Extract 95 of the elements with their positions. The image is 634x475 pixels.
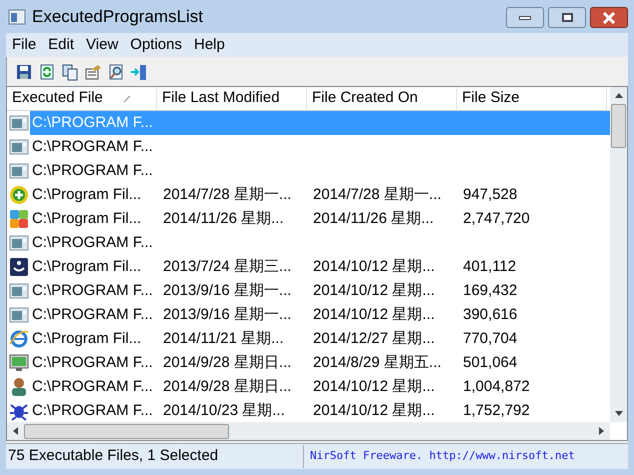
scroll-right-icon[interactable] [599, 427, 604, 435]
app-icon [9, 257, 29, 277]
scroll-left-icon[interactable] [13, 427, 18, 435]
scroll-up-icon[interactable] [614, 93, 622, 98]
table-row[interactable]: C:\PROGRAM F... 2014/9/28 星期日... 2014/10/12 星期... 1,004,872 [7, 375, 610, 399]
table-cell-text: 2014/9/28 星期日... [163, 352, 292, 373]
table-cell-text: C:\PROGRAM F... [31, 112, 154, 133]
table-cell-text: 2014/11/21 星期... [163, 328, 284, 349]
refresh-icon[interactable] [38, 62, 56, 80]
table-cell-text: 2014/11/26 星期... [313, 208, 434, 229]
table-cell-text: C:\Program Fil... [31, 184, 142, 205]
exit-door-icon[interactable] [130, 62, 148, 80]
window-icon [9, 161, 29, 181]
window-title: ExecutedProgramsList [32, 6, 204, 28]
table-cell-text: C:\PROGRAM F... [31, 280, 154, 301]
table-cell-text: 770,704 [463, 328, 518, 349]
table-cell-text: 2014/10/12 星期... [313, 256, 435, 277]
table-cell-text: 390,616 [463, 304, 518, 325]
find-icon[interactable] [107, 62, 125, 80]
column-header[interactable]: Executed File [7, 87, 157, 110]
window-icon [9, 113, 29, 133]
table-row[interactable]: C:\Program Fil... 2014/11/26 星期... 2014/11/26 星期... 2,747,720 [7, 207, 610, 231]
table-cell-text: 2014/10/23 星期... [163, 400, 285, 421]
maximize-button[interactable] [548, 7, 586, 28]
scroll-down-icon[interactable] [614, 411, 622, 416]
table-row[interactable]: C:\Program Fil... 2013/7/24 星期三... 2014/10/12 星期... 401,112 [7, 255, 610, 279]
table-cell-text: 947,528 [463, 184, 518, 205]
table-cell-text: 2014/12/27 星期... [313, 328, 435, 349]
table-cell-text: 2013/9/16 星期一... [163, 280, 292, 301]
table-cell-text: 1,004,872 [463, 376, 530, 397]
monitor-icon [9, 353, 29, 373]
table-cell-text: 2014/7/28 星期一... [313, 184, 442, 205]
window-icon [9, 137, 29, 157]
table-row[interactable]: C:\PROGRAM F... 2013/9/16 星期一... 2014/10/12 星期... 390,616 [7, 303, 610, 327]
menu-item[interactable]: Edit [42, 34, 80, 56]
close-button[interactable] [590, 7, 628, 28]
table-cell-text: C:\PROGRAM F... [31, 304, 154, 325]
tiles-icon [9, 209, 29, 229]
table-cell-text: 1,752,792 [463, 400, 530, 421]
table-cell-text: 2,747,720 [463, 208, 530, 229]
close-icon [602, 12, 616, 24]
table-cell-text: 2013/7/24 星期三... [163, 256, 292, 277]
menu-item[interactable]: View [80, 34, 124, 56]
table-row[interactable]: C:\PROGRAM F... [7, 231, 610, 255]
table-cell-text: 2014/11/26 星期... [163, 208, 284, 229]
status-link[interactable]: NirSoft Freeware. http://www.nirsoft.net [304, 448, 575, 465]
scrollbar-thumb[interactable] [611, 104, 626, 148]
table-cell-text: C:\PROGRAM F... [31, 376, 154, 397]
table-cell-text: C:\Program Fil... [31, 256, 142, 277]
table-row[interactable]: C:\PROGRAM F... [7, 159, 610, 183]
table-cell-text: C:\PROGRAM F... [31, 232, 154, 253]
table-cell-text: C:\Program Fil... [31, 328, 142, 349]
table-row[interactable]: C:\PROGRAM F... [7, 135, 610, 159]
table-cell-text: 401,112 [463, 256, 516, 277]
table-cell-text: 2014/10/12 星期... [313, 304, 435, 325]
properties-icon[interactable] [84, 62, 102, 80]
app-icon [8, 8, 26, 26]
table-cell-text: C:\PROGRAM F... [31, 400, 154, 421]
table-cell-text: 2013/9/16 星期一... [163, 304, 292, 325]
table-cell-text: C:\PROGRAM F... [31, 352, 154, 373]
table-cell-text: 501,064 [463, 352, 518, 373]
table-cell-text: 2014/10/12 星期... [313, 376, 435, 397]
table-cell-text: 169,432 [463, 280, 518, 301]
table-row[interactable]: C:\PROGRAM F... 2013/9/16 星期一... 2014/10/12 星期... 169,432 [7, 279, 610, 303]
menu-item[interactable]: Help [188, 34, 231, 56]
window-icon [9, 233, 29, 253]
scrollbar-thumb[interactable] [24, 424, 229, 438]
plus-circle-icon [9, 185, 29, 205]
table-cell-text: 2014/10/12 星期... [313, 400, 435, 421]
table-cell-text: C:\Program Fil... [31, 208, 142, 229]
column-header[interactable]: File Last Modified [157, 87, 307, 110]
table-row[interactable]: C:\Program Fil... 2014/7/28 星期一... 2014/7/28 星期一... 947,528 [7, 183, 610, 207]
table-cell-text: 2014/7/28 星期一... [163, 184, 292, 205]
table-row[interactable]: C:\Program Fil... 2014/11/21 星期... 2014/12/27 星期... 770,704 [7, 327, 610, 351]
table-row[interactable]: C:\PROGRAM F... 2014/9/28 星期日... 2014/8/29 星期五... 501,064 [7, 351, 610, 375]
table-cell-text: 2014/9/28 星期日... [163, 376, 292, 397]
horizontal-scrollbar[interactable] [7, 422, 610, 440]
table-cell-text: 2014/8/29 星期五... [313, 352, 442, 373]
column-header[interactable]: File Created On [307, 87, 457, 110]
column-header[interactable]: File Size [457, 87, 607, 110]
sort-indicator-icon [123, 94, 131, 102]
table-cell-text: C:\PROGRAM F... [31, 160, 154, 181]
person-icon [9, 377, 29, 397]
table-row[interactable]: C:\PROGRAM F... 2014/10/23 星期... 2014/10/12 星期... 1,752,792 [7, 399, 610, 422]
copy-icon[interactable] [61, 62, 79, 80]
window-icon [9, 281, 29, 301]
status-text: 75 Executable Files, 1 Selected [6, 445, 304, 468]
window-icon [9, 305, 29, 325]
menu-item[interactable]: File [6, 34, 42, 56]
minimize-button[interactable] [506, 7, 544, 28]
menu-item[interactable]: Options [124, 34, 188, 56]
vertical-scrollbar[interactable] [610, 87, 627, 422]
table-cell-text: C:\PROGRAM F... [31, 136, 154, 157]
table-cell-text: 2014/10/12 星期... [313, 280, 435, 301]
browser-icon [9, 329, 29, 349]
